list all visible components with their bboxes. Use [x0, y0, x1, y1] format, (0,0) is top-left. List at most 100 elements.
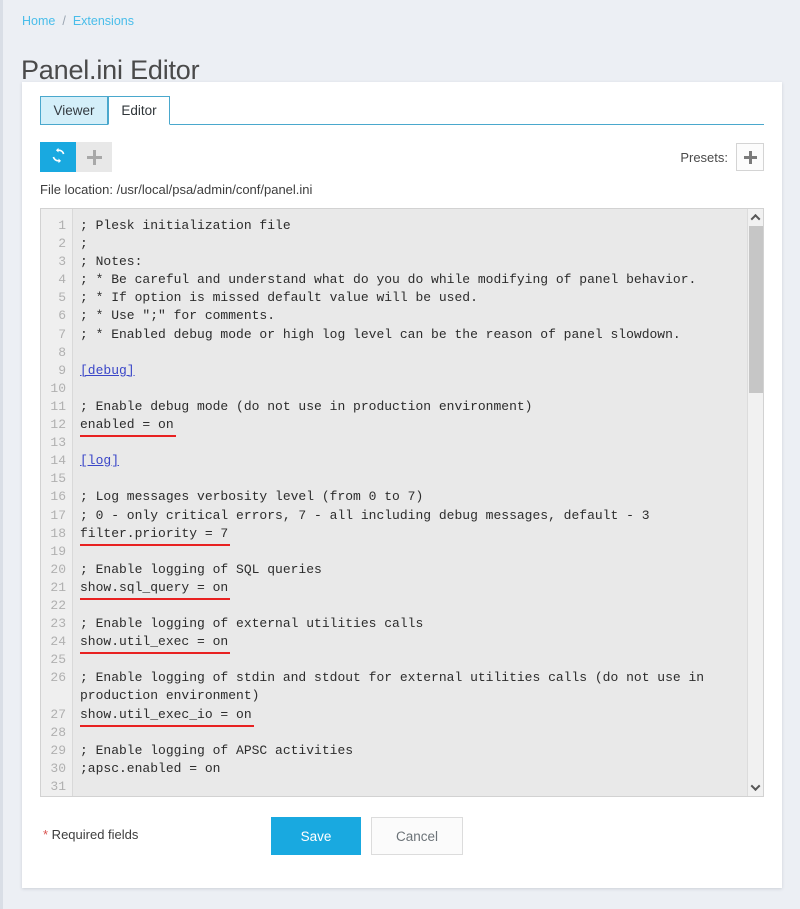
line-number	[41, 687, 72, 705]
code-line[interactable]: ; * Enabled debug mode or high log level…	[80, 326, 747, 344]
code-line[interactable]: show.sql_query = on	[80, 579, 747, 601]
code-line[interactable]: ; 0 - only critical errors, 7 - all incl…	[80, 507, 747, 525]
line-number: 19	[50, 543, 66, 559]
code-line[interactable]: ; Log messages verbosity level (from 0 t…	[80, 488, 747, 506]
code-content[interactable]: ; Plesk initialization file;; Notes:; * …	[73, 209, 747, 796]
ini-setting-value[interactable]: enabled = on	[80, 416, 176, 438]
ini-setting-value[interactable]: filter.priority = 7	[80, 525, 231, 546]
line-number: 2	[58, 236, 66, 252]
editor-scrollbar[interactable]	[747, 209, 763, 796]
line-number: 24	[50, 634, 66, 650]
code-line[interactable]: ; Notes:	[80, 253, 747, 271]
line-number: 3	[58, 254, 66, 270]
code-line[interactable]	[80, 724, 747, 742]
code-line[interactable]	[80, 434, 747, 452]
code-line[interactable]: enabled = on	[80, 416, 747, 438]
code-line[interactable]: ;apsc.enabled = on	[80, 760, 747, 778]
chevron-down-icon	[750, 781, 761, 792]
code-line[interactable]	[80, 470, 747, 488]
code-line[interactable]: ; Enable logging of external utilities c…	[80, 615, 747, 633]
code-line[interactable]: ; * Be careful and understand what do yo…	[80, 271, 747, 289]
presets-group: Presets:	[680, 142, 764, 172]
line-number: 31	[50, 778, 66, 794]
add-line-button[interactable]	[76, 142, 112, 172]
code-line[interactable]	[80, 597, 747, 615]
code-line[interactable]	[80, 778, 747, 796]
main-panel: Viewer Editor Presets: File location: /u…	[22, 82, 782, 888]
refresh-button[interactable]	[40, 142, 76, 172]
line-number: 13	[50, 435, 66, 451]
refresh-icon	[50, 147, 67, 167]
scroll-up-button[interactable]	[748, 210, 763, 225]
code-line[interactable]: ; * Use ";" for comments.	[80, 307, 747, 325]
page-left-edge	[0, 0, 3, 909]
scrollbar-thumb[interactable]	[749, 226, 763, 393]
code-line[interactable]	[80, 344, 747, 362]
code-line[interactable]: [log]	[80, 452, 747, 470]
line-number: 11	[50, 398, 66, 414]
cancel-button[interactable]: Cancel	[371, 817, 463, 855]
code-line[interactable]: show.util_exec = on	[80, 633, 747, 655]
line-number: 15	[50, 471, 66, 487]
line-number: 28	[50, 724, 66, 740]
line-number: 17	[50, 507, 66, 523]
line-number: 12	[50, 417, 66, 433]
ini-setting-value[interactable]: show.util_exec = on	[80, 633, 231, 655]
code-line[interactable]	[80, 543, 747, 561]
plus-icon	[86, 149, 102, 165]
line-number: 25	[50, 652, 66, 668]
line-number-gutter: 1 2 3 4 5 6 7 8 9 10 11 12 13 14 15 16 17 18 19 20 21 22 23 24 2…	[41, 209, 73, 796]
line-number: 22	[50, 597, 66, 613]
code-editor[interactable]: 1 2 3 4 5 6 7 8 9 10 11 12 13 14 15 16 17 18 19 20 21 22 23 24 2…	[40, 208, 764, 797]
save-button[interactable]: Save	[271, 817, 361, 855]
line-number: 30	[50, 760, 66, 776]
breadcrumb-separator: /	[62, 14, 66, 28]
required-fields-note: * Required fields	[43, 827, 138, 842]
code-line[interactable]: ;	[80, 235, 747, 253]
line-number: 4	[58, 272, 66, 288]
code-line[interactable]	[80, 380, 747, 398]
code-line[interactable]: ; Enable logging of stdin and stdout for…	[80, 669, 747, 687]
scroll-down-button[interactable]	[748, 780, 763, 795]
code-line[interactable]: ; Enable logging of SQL queries	[80, 561, 747, 579]
ini-section-header[interactable]: [log]	[80, 453, 119, 468]
editor-toolbar: Presets:	[40, 142, 764, 172]
line-number: 14	[50, 453, 66, 469]
line-number: 26	[50, 670, 66, 686]
line-number: 7	[58, 326, 66, 342]
line-number: 1	[58, 218, 66, 233]
line-number: 21	[50, 579, 66, 595]
code-line[interactable]: production environment)	[80, 687, 747, 705]
line-number: 6	[58, 308, 66, 324]
breadcrumb-item-home[interactable]: Home	[22, 14, 55, 28]
tab-bar: Viewer Editor	[40, 96, 764, 125]
code-line[interactable]: ; Plesk initialization file	[80, 217, 747, 235]
tab-viewer[interactable]: Viewer	[40, 96, 108, 125]
line-number: 29	[50, 742, 66, 758]
code-line[interactable]: ; Enable debug mode (do not use in produ…	[80, 398, 747, 416]
code-line[interactable]	[80, 651, 747, 669]
code-line[interactable]: ; Enable logging of APSC activities	[80, 742, 747, 760]
tab-viewer-label: Viewer	[53, 103, 95, 118]
line-number: 8	[58, 344, 66, 360]
breadcrumb-item-extensions[interactable]: Extensions	[73, 14, 134, 28]
ini-section-header[interactable]: [debug]	[80, 363, 135, 378]
plus-icon	[743, 150, 757, 164]
line-number: 23	[50, 616, 66, 632]
code-line[interactable]: filter.priority = 7	[80, 525, 747, 546]
tab-editor[interactable]: Editor	[108, 96, 170, 125]
required-fields-label: Required fields	[48, 827, 139, 842]
ini-setting-value[interactable]: show.sql_query = on	[80, 579, 231, 601]
line-number: 5	[58, 290, 66, 306]
chevron-up-icon	[750, 213, 761, 224]
code-line[interactable]: show.util_exec_io = on	[80, 706, 747, 727]
add-preset-button[interactable]	[736, 143, 764, 171]
code-line[interactable]: ; * If option is missed default value wi…	[80, 289, 747, 307]
file-location-text: File location: /usr/local/psa/admin/conf…	[40, 182, 313, 197]
line-number: 27	[50, 706, 66, 722]
tab-editor-label: Editor	[121, 103, 157, 118]
code-line[interactable]: [debug]	[80, 362, 747, 380]
presets-label: Presets:	[680, 149, 728, 165]
line-number: 16	[50, 489, 66, 505]
ini-setting-value[interactable]: show.util_exec_io = on	[80, 706, 254, 727]
